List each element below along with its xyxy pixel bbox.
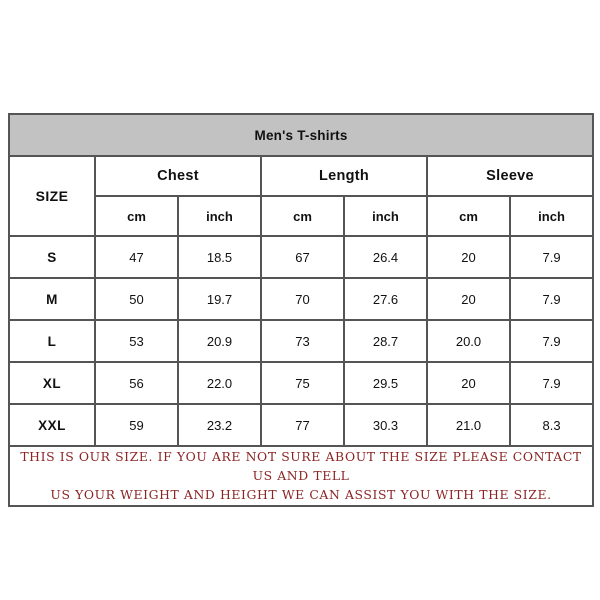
cell-sleeve-inch: 7.9 — [508, 361, 595, 405]
size-chart-table: Men's T-shirts SIZE Chest Length Sleeve … — [7, 113, 595, 507]
cell-size: XXL — [8, 403, 96, 447]
cell-length-inch: 27.6 — [343, 277, 428, 321]
cell-length-inch: 28.7 — [343, 319, 428, 363]
cell-sleeve-cm: 20 — [426, 277, 511, 321]
note-row: THIS IS OUR SIZE. IF YOU ARE NOT SURE AB… — [7, 445, 595, 507]
table-row: XXL 59 23.2 77 30.3 21.0 8.3 — [8, 403, 595, 447]
cell-sleeve-inch: 7.9 — [508, 235, 595, 279]
unit-header-sleeve-inch: inch — [508, 195, 595, 237]
size-note-line-2: US YOUR WEIGHT AND HEIGHT WE CAN ASSIST … — [50, 487, 552, 503]
cell-chest-cm: 50 — [94, 277, 179, 321]
unit-header-chest-inch: inch — [177, 195, 262, 237]
cell-length-cm: 73 — [260, 319, 345, 363]
cell-length-cm: 70 — [260, 277, 345, 321]
cell-chest-cm: 56 — [94, 361, 179, 405]
cell-size: M — [8, 277, 96, 321]
table-row: M 50 19.7 70 27.6 20 7.9 — [8, 277, 595, 321]
cell-size: S — [8, 235, 96, 279]
cell-chest-inch: 23.2 — [177, 403, 262, 447]
cell-sleeve-cm: 20.0 — [426, 319, 511, 363]
group-header-chest: Chest — [94, 155, 262, 197]
title-row: Men's T-shirts — [7, 113, 595, 157]
cell-length-inch: 29.5 — [343, 361, 428, 405]
cell-length-cm: 77 — [260, 403, 345, 447]
table-row: XL 56 22.0 75 29.5 20 7.9 — [8, 361, 595, 405]
cell-length-inch: 26.4 — [343, 235, 428, 279]
unit-header-sleeve-cm: cm — [426, 195, 511, 237]
cell-sleeve-inch: 7.9 — [508, 319, 595, 363]
size-note-line-1: THIS IS OUR SIZE. IF YOU ARE NOT SURE AB… — [20, 449, 582, 484]
cell-sleeve-inch: 8.3 — [508, 403, 595, 447]
chart-title: Men's T-shirts — [7, 113, 595, 157]
size-column-header: SIZE — [8, 155, 96, 237]
cell-sleeve-inch: 7.9 — [508, 277, 595, 321]
size-note: THIS IS OUR SIZE. IF YOU ARE NOT SURE AB… — [7, 445, 595, 507]
unit-header-chest-cm: cm — [94, 195, 179, 237]
cell-chest-inch: 20.9 — [177, 319, 262, 363]
cell-sleeve-cm: 21.0 — [426, 403, 511, 447]
cell-chest-cm: 59 — [94, 403, 179, 447]
group-header-sleeve: Sleeve — [425, 155, 595, 197]
table-row: S 47 18.5 67 26.4 20 7.9 — [8, 235, 595, 279]
cell-length-inch: 30.3 — [343, 403, 428, 447]
cell-sleeve-cm: 20 — [426, 235, 511, 279]
cell-chest-inch: 19.7 — [177, 277, 262, 321]
cell-length-cm: 75 — [260, 361, 345, 405]
cell-chest-cm: 47 — [94, 235, 179, 279]
cell-size: L — [8, 319, 96, 363]
cell-chest-cm: 53 — [94, 319, 179, 363]
group-header-row: SIZE Chest Length Sleeve — [8, 155, 595, 237]
cell-length-cm: 67 — [260, 235, 345, 279]
cell-chest-inch: 22.0 — [177, 361, 262, 405]
unit-header-length-cm: cm — [260, 195, 345, 237]
cell-chest-inch: 18.5 — [177, 235, 262, 279]
cell-sleeve-cm: 20 — [426, 361, 511, 405]
group-header-length: Length — [260, 155, 428, 197]
unit-header-row: cm inch cm inch cm inch — [9, 195, 595, 237]
unit-header-length-inch: inch — [343, 195, 428, 237]
table-row: L 53 20.9 73 28.7 20.0 7.9 — [8, 319, 595, 363]
size-note-text: THIS IS OUR SIZE. IF YOU ARE NOT SURE AB… — [10, 447, 592, 505]
size-chart-container: Men's T-shirts SIZE Chest Length Sleeve … — [7, 113, 595, 507]
cell-size: XL — [8, 361, 96, 405]
